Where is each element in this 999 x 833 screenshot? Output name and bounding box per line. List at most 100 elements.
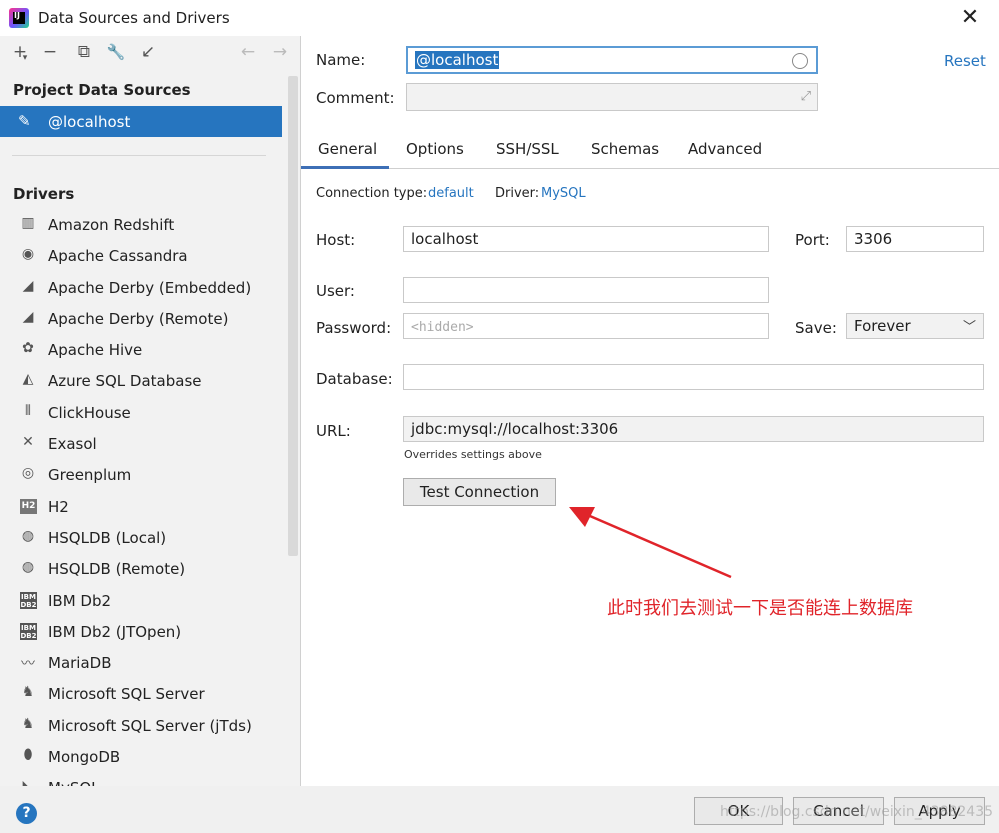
sidebar-separator — [12, 155, 266, 156]
driver-item[interactable]: ◉ Apache Cassandra — [0, 240, 285, 271]
name-value: @localhost — [415, 51, 500, 69]
driver-link[interactable]: MySQL — [541, 186, 586, 201]
reset-link[interactable]: Reset — [944, 52, 986, 70]
dialog-footer: ? OK Cancel Apply https://blog.csdn.net/… — [0, 786, 999, 833]
wrench-icon[interactable]: 🔧 — [104, 40, 128, 64]
tab-general[interactable]: General — [318, 140, 377, 158]
driver-label: MySQL — [48, 779, 100, 786]
annotation-text: 此时我们去测试一下是否能连上数据库 — [607, 598, 913, 619]
sidebar: + ▾ − ⧉ 🔧 ↙ ← → Project Data Sources ✎ @… — [0, 36, 301, 786]
sqlserver-icon: ♞ — [21, 715, 35, 732]
mariadb-icon: 〰 — [21, 656, 35, 673]
password-placeholder: <hidden> — [411, 320, 474, 335]
name-label: Name: — [316, 51, 366, 69]
driver-item[interactable]: ♞ Microsoft SQL Server — [0, 678, 285, 709]
drivers-list: ▥ Amazon Redshift ◉ Apache Cassandra ◢ Apache… — [0, 209, 285, 786]
driver-label: Apache Derby (Remote) — [48, 309, 229, 328]
main-panel: Name: @localhost Reset Comment: ⤢ Genera… — [301, 36, 999, 786]
user-input[interactable] — [403, 277, 769, 303]
driver-item[interactable]: ◍ HSQLDB (Local) — [0, 522, 285, 553]
exasol-icon: ✕ — [22, 434, 34, 451]
driver-item[interactable]: ▥ Amazon Redshift — [0, 209, 285, 240]
tab-advanced[interactable]: Advanced — [688, 140, 762, 158]
url-input[interactable]: jdbc:mysql://localhost:3306 — [403, 416, 984, 442]
db2-icon: IBM DB2 — [20, 591, 37, 609]
driver-item[interactable]: ◢ Apache Derby (Embedded) — [0, 272, 285, 303]
driver-label: ClickHouse — [48, 403, 131, 422]
host-input[interactable]: localhost — [403, 226, 769, 252]
driver-item[interactable]: ✿ Apache Hive — [0, 334, 285, 365]
tab-active-indicator — [301, 166, 389, 169]
comment-input[interactable]: ⤢ — [406, 83, 818, 111]
annotation-arrow-icon — [569, 507, 732, 579]
expand-icon[interactable]: ⤢ — [801, 89, 811, 104]
data-source-item-localhost[interactable]: ✎ @localhost — [0, 106, 282, 137]
data-source-label: @localhost — [48, 113, 131, 131]
driver-label: Azure SQL Database — [48, 372, 202, 391]
password-label: Password: — [316, 319, 392, 337]
driver-item[interactable]: ◢ Apache Derby (Remote) — [0, 303, 285, 334]
tab-ssh-ssl[interactable]: SSH/SSL — [496, 140, 559, 158]
save-select[interactable]: Forever ﹀ — [846, 313, 984, 339]
clickhouse-icon: ⦀ — [24, 402, 32, 419]
driver-item[interactable]: ◎ Greenplum — [0, 459, 285, 490]
url-label: URL: — [316, 422, 351, 440]
status-circle-icon — [792, 53, 808, 69]
driver-item[interactable]: ⦀ ClickHouse — [0, 397, 285, 428]
drivers-title: Drivers — [13, 185, 75, 203]
driver-item[interactable]: ✕ Exasol — [0, 428, 285, 459]
sidebar-scrollbar-thumb[interactable] — [288, 76, 298, 556]
database-input[interactable] — [403, 364, 984, 390]
password-input[interactable]: <hidden> — [403, 313, 769, 339]
database-label: Database: — [316, 370, 393, 388]
connection-type-label: Connection type: — [316, 186, 428, 201]
driver-item[interactable]: ◭ Azure SQL Database — [0, 365, 285, 396]
import-icon[interactable]: ↙ — [136, 40, 160, 64]
watermark: https://blog.csdn.net/weixin_43882435 — [720, 804, 994, 820]
driver-label: HSQLDB (Local) — [48, 528, 167, 547]
add-dropdown-icon[interactable]: ▾ — [20, 46, 30, 70]
driver-item[interactable]: 〰 MariaDB — [0, 647, 285, 678]
remove-icon[interactable]: − — [38, 40, 62, 64]
window-title: Data Sources and Drivers — [38, 9, 230, 27]
tab-schemas[interactable]: Schemas — [591, 140, 659, 158]
duplicate-icon[interactable]: ⧉ — [72, 40, 96, 64]
port-input[interactable]: 3306 — [846, 226, 984, 252]
driver-item[interactable]: IBM DB2 IBM Db2 (JTOpen) — [0, 616, 285, 647]
driver-label: Apache Hive — [48, 341, 143, 360]
close-button[interactable]: ✕ — [956, 5, 984, 31]
tab-options[interactable]: Options — [406, 140, 464, 158]
driver-label: Amazon Redshift — [48, 216, 175, 234]
help-icon[interactable]: ? — [16, 803, 37, 824]
test-connection-button[interactable]: Test Connection — [403, 478, 556, 506]
back-arrow-icon[interactable]: ← — [236, 40, 260, 64]
comment-label: Comment: — [316, 89, 395, 107]
db2-icon: IBM DB2 — [20, 622, 37, 640]
url-hint: Overrides settings above — [404, 448, 542, 461]
hive-icon: ✿ — [22, 340, 34, 357]
connection-type-link[interactable]: default — [428, 186, 474, 201]
forward-arrow-icon[interactable]: → — [268, 40, 292, 64]
name-input[interactable]: @localhost — [406, 46, 818, 74]
driver-label: Driver: — [495, 186, 540, 201]
driver-item[interactable]: ◣ MySQL — [0, 772, 285, 786]
driver-label: H2 — [48, 497, 69, 516]
save-label: Save: — [795, 319, 837, 337]
driver-label: Apache Cassandra — [48, 247, 188, 266]
sqlserver-icon: ♞ — [21, 684, 35, 701]
h2-icon: H2 — [20, 498, 37, 514]
driver-item[interactable]: H2 H2 — [0, 491, 285, 522]
mongodb-icon: ⬮ — [23, 747, 33, 764]
project-data-sources-title: Project Data Sources — [13, 81, 191, 99]
driver-item[interactable]: IBM DB2 IBM Db2 — [0, 585, 285, 616]
derby-icon: ◢ — [22, 277, 34, 294]
driver-label: IBM Db2 (JTOpen) — [48, 622, 182, 641]
driver-label: Greenplum — [48, 466, 132, 485]
driver-label: Exasol — [48, 435, 97, 454]
driver-item[interactable]: ⬮ MongoDB — [0, 741, 285, 772]
port-label: Port: — [795, 231, 830, 249]
driver-item[interactable]: ♞ Microsoft SQL Server (jTds) — [0, 710, 285, 741]
mysql-icon: ◣ — [18, 778, 38, 786]
driver-item[interactable]: ◍ HSQLDB (Remote) — [0, 553, 285, 584]
chevron-down-icon: ﹀ — [962, 320, 976, 335]
